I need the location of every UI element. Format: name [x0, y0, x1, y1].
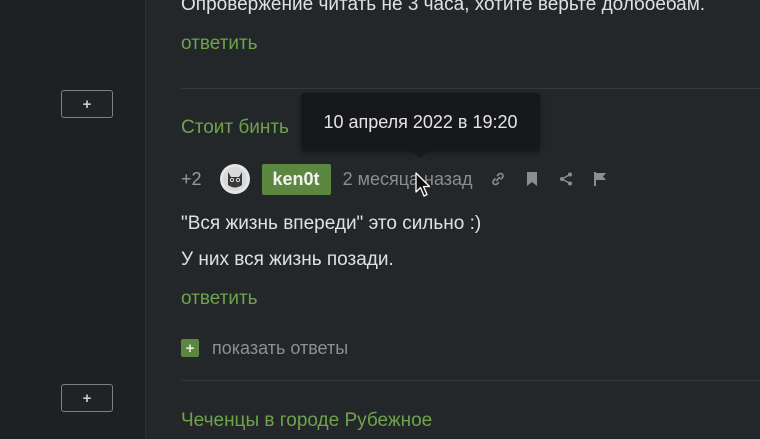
comment-score: +2 [181, 168, 202, 189]
share-icon[interactable] [555, 168, 577, 190]
bookmark-icon[interactable] [521, 168, 543, 190]
cat-avatar-icon [222, 167, 247, 191]
plus-icon: + [181, 339, 199, 357]
timestamp-tooltip: 10 апреля 2022 в 19:20 [301, 93, 540, 151]
username-badge[interactable]: ken0t [261, 163, 331, 195]
divider [181, 380, 760, 381]
mouse-cursor-icon [415, 172, 431, 197]
show-replies-label: показать ответы [212, 337, 349, 358]
reply-link[interactable]: ответить [181, 288, 258, 310]
comment-text-line: "Вся жизнь впереди" это сильно :) [181, 213, 482, 234]
comments-area: Опровержение читать не 3 часа, хотите ве… [181, 0, 760, 439]
comment-title[interactable]: Чеченцы в городе Рубежное [181, 410, 432, 432]
comment-title[interactable]: Стоит бинть [181, 117, 289, 139]
comment-meta: +2 ken0t 2 месяца назад [181, 163, 623, 195]
previous-comment-text: Опровержение читать не 3 часа, хотите ве… [181, 0, 706, 15]
reply-link[interactable]: ответить [181, 33, 258, 55]
tooltip-arrow [411, 150, 429, 158]
show-replies-button[interactable]: + показать ответы [181, 338, 348, 358]
comment-text-line: У них вся жизнь позади. [181, 249, 394, 270]
comment-time[interactable]: 2 месяца назад [343, 169, 473, 190]
link-icon[interactable] [487, 168, 509, 190]
expand-thread-button[interactable]: + [61, 384, 113, 412]
avatar[interactable] [219, 164, 250, 194]
left-rail: + + [0, 0, 146, 439]
expand-thread-button[interactable]: + [61, 90, 113, 118]
flag-icon[interactable] [589, 168, 611, 190]
divider [181, 88, 760, 89]
